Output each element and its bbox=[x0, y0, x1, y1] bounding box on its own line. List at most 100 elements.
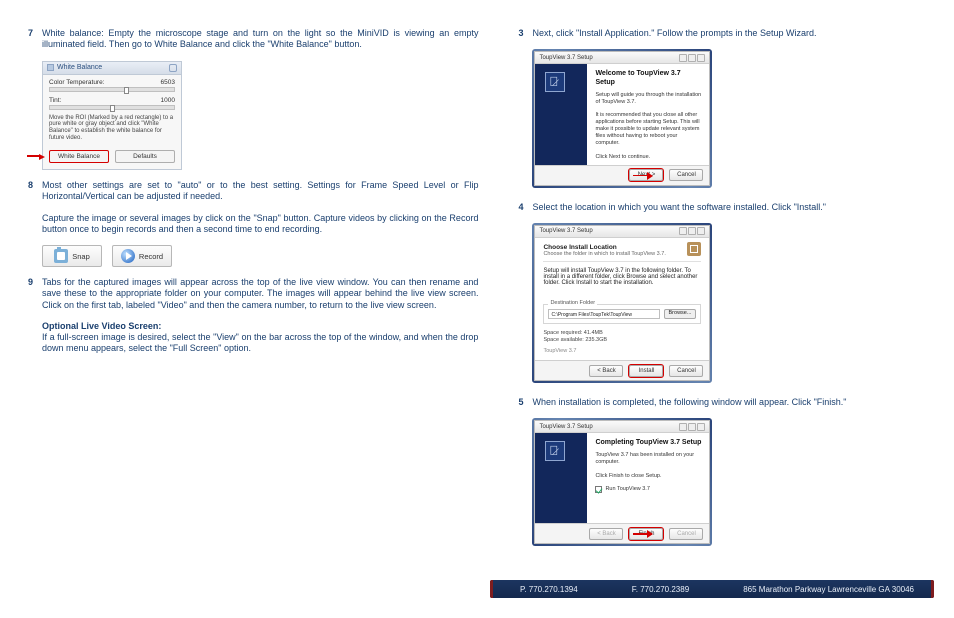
optional-section: Optional Live Video Screen: If a full-sc… bbox=[42, 321, 478, 355]
wizard-subtext: Choose the folder in which to install To… bbox=[543, 251, 665, 257]
step-text: Select the location in which you want th… bbox=[532, 202, 926, 213]
wizard-location-wrap: ToupView 3.7 Setup Choose Install Locati… bbox=[532, 223, 712, 383]
left-column: 7 White balance: Empty the microscope st… bbox=[28, 28, 478, 560]
footer-bar: P. 770.270.1394 F. 770.270.2389 865 Mara… bbox=[490, 580, 934, 598]
step-text: When installation is completed, the foll… bbox=[532, 397, 926, 408]
step-number: 9 bbox=[28, 277, 42, 311]
window-controls bbox=[679, 423, 705, 431]
install-button[interactable]: Install bbox=[629, 365, 663, 377]
optional-heading: Optional Live Video Screen: bbox=[42, 321, 161, 331]
wizard-title: ToupView 3.7 Setup bbox=[539, 228, 592, 234]
close-icon[interactable] bbox=[697, 54, 705, 62]
finish-button[interactable]: Finish bbox=[629, 528, 663, 540]
wizard-welcome-wrap: ToupView 3.7 Setup Welcome to ToupV bbox=[532, 49, 712, 187]
pin-icon[interactable] bbox=[169, 64, 177, 72]
wizard-heading: Choose Install Location bbox=[543, 244, 701, 251]
wizard-heading: Completing ToupView 3.7 Setup bbox=[595, 439, 701, 448]
wizard-title: ToupView 3.7 Setup bbox=[539, 424, 592, 430]
space-available: Space available: 235.3GB bbox=[543, 337, 701, 344]
run-app-checkbox[interactable]: Run ToupView 3.7 bbox=[595, 486, 701, 493]
maximize-icon[interactable] bbox=[688, 423, 696, 431]
wizard-text: Click Finish to close Setup. bbox=[595, 473, 701, 480]
wizard-location: ToupView 3.7 Setup Choose Install Locati… bbox=[534, 225, 710, 381]
space-required: Space required: 41.4MB bbox=[543, 330, 701, 337]
installer-logo-icon bbox=[545, 441, 565, 461]
footer-fax: F. 770.270.2389 bbox=[632, 585, 689, 594]
minimize-icon[interactable] bbox=[679, 54, 687, 62]
wizard-welcome: ToupView 3.7 Setup Welcome to ToupV bbox=[534, 51, 710, 185]
step-8: 8 Most other settings are set to "auto" … bbox=[28, 180, 478, 203]
right-column: 3 Next, click "Install Application." Fol… bbox=[518, 28, 926, 560]
wb-titlebar: White Balance bbox=[43, 62, 181, 75]
checkbox-label: Run ToupView 3.7 bbox=[605, 486, 649, 493]
snap-record-row: Snap Record bbox=[42, 245, 478, 267]
wizard-finish: ToupView 3.7 Setup Completing ToupV bbox=[534, 420, 710, 544]
back-button[interactable]: < Back bbox=[589, 365, 623, 377]
wizard-sidebar bbox=[535, 64, 587, 164]
wizard-text: ToupView 3.7 has been installed on your … bbox=[595, 452, 701, 466]
step-number: 5 bbox=[518, 397, 532, 408]
snap-label: Snap bbox=[72, 252, 90, 261]
wb-tint-slider[interactable] bbox=[49, 105, 175, 110]
step-7: 7 White balance: Empty the microscope st… bbox=[28, 28, 478, 51]
wb-tint-row: Tint: 1000 bbox=[49, 97, 175, 104]
folder-icon bbox=[687, 242, 701, 256]
cancel-button[interactable]: Cancel bbox=[669, 169, 703, 181]
minimize-icon[interactable] bbox=[679, 423, 687, 431]
defaults-button[interactable]: Defaults bbox=[115, 150, 175, 163]
white-balance-button[interactable]: White Balance bbox=[49, 150, 109, 163]
step-number: 4 bbox=[518, 202, 532, 213]
next-button[interactable]: Next > bbox=[629, 169, 663, 181]
cancel-button[interactable]: Cancel bbox=[669, 365, 703, 377]
destination-label: Destination Folder bbox=[548, 300, 597, 306]
step-9: 9 Tabs for the captured images will appe… bbox=[28, 277, 478, 311]
wizard-text: Click Next to continue. bbox=[595, 154, 701, 161]
snap-button[interactable]: Snap bbox=[42, 245, 102, 267]
footer-phone: P. 770.270.1394 bbox=[520, 585, 578, 594]
step-number: 7 bbox=[28, 28, 42, 51]
maximize-icon[interactable] bbox=[688, 54, 696, 62]
footer-address: 865 Marathon Parkway Lawrenceville GA 30… bbox=[743, 585, 914, 594]
wizard-titlebar: ToupView 3.7 Setup bbox=[535, 52, 709, 64]
wb-colortemp-slider[interactable] bbox=[49, 87, 175, 92]
maximize-icon[interactable] bbox=[688, 227, 696, 235]
record-button[interactable]: Record bbox=[112, 245, 172, 267]
wizard-subheader: Choose Install Location Choose the folde… bbox=[543, 244, 701, 262]
wb-tint-label: Tint: bbox=[49, 97, 61, 104]
cancel-button: Cancel bbox=[669, 528, 703, 540]
install-path-input[interactable]: C:\Program Files\ToupTek\ToupView bbox=[548, 309, 659, 319]
step-number: 8 bbox=[28, 180, 42, 203]
capture-paragraph: Capture the image or several images by c… bbox=[42, 213, 478, 236]
step-text: Tabs for the captured images will appear… bbox=[42, 277, 478, 311]
wb-body: Color Temperature: 6503 Tint: 1000 Move … bbox=[43, 75, 181, 147]
close-icon[interactable] bbox=[697, 423, 705, 431]
step-3: 3 Next, click "Install Application." Fol… bbox=[518, 28, 926, 39]
wb-colortemp-label: Color Temperature: bbox=[49, 79, 105, 86]
wb-title-icon bbox=[47, 64, 54, 71]
browse-button[interactable]: Browse... bbox=[664, 309, 697, 319]
window-controls bbox=[679, 227, 705, 235]
step-5: 5 When installation is completed, the fo… bbox=[518, 397, 926, 408]
wizard-body: Welcome to ToupView 3.7 Setup Setup will… bbox=[535, 64, 709, 164]
wizard-text: It is recommended that you close all oth… bbox=[595, 112, 701, 146]
wb-button-row: White Balance Defaults bbox=[43, 146, 181, 169]
wb-title-text: White Balance bbox=[57, 61, 102, 74]
step-text: Most other settings are set to "auto" or… bbox=[42, 180, 478, 203]
back-button: < Back bbox=[589, 528, 623, 540]
step-4: 4 Select the location in which you want … bbox=[518, 202, 926, 213]
installer-logo-icon bbox=[545, 72, 565, 92]
wb-colortemp-row: Color Temperature: 6503 bbox=[49, 79, 175, 86]
step-text: Next, click "Install Application." Follo… bbox=[532, 28, 926, 39]
wizard-body: Completing ToupView 3.7 Setup ToupView 3… bbox=[535, 433, 709, 523]
wizard-finish-wrap: ToupView 3.7 Setup Completing ToupV bbox=[532, 418, 712, 546]
wizard-main: Completing ToupView 3.7 Setup ToupView 3… bbox=[587, 433, 709, 523]
minimize-icon[interactable] bbox=[679, 227, 687, 235]
wizard-text: Setup will install ToupView 3.7 in the f… bbox=[543, 268, 701, 286]
close-icon[interactable] bbox=[697, 227, 705, 235]
wizard-titlebar: ToupView 3.7 Setup bbox=[535, 421, 709, 433]
checkbox-icon bbox=[595, 486, 602, 493]
wizard-sidebar bbox=[535, 433, 587, 523]
wizard-footer: < Back Finish Cancel bbox=[535, 523, 709, 543]
page: 7 White balance: Empty the microscope st… bbox=[0, 0, 954, 560]
wb-help-text: Move the ROI (Marked by a red rectangle)… bbox=[49, 115, 175, 143]
